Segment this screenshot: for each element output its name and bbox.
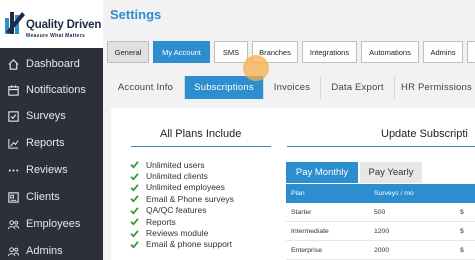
- table-row[interactable]: Enterprise 2000 $: [286, 241, 475, 260]
- sidebar-item-label: Dashboard: [26, 58, 80, 70]
- feature-label: Unlimited clients: [146, 171, 208, 182]
- list-item: Email & Phone surveys: [130, 193, 234, 204]
- dots-icon: [6, 163, 20, 177]
- sidebar-item-label: Notifications: [26, 84, 86, 96]
- logo-name: Quality Driven: [26, 19, 102, 31]
- click-highlight: [243, 55, 269, 81]
- subtab-data-export[interactable]: Data Export: [321, 76, 395, 99]
- plan-table: Plan Surveys / mo Starter 500 $ Intermed…: [286, 184, 475, 260]
- check-icon: [130, 206, 139, 215]
- plan-name: Intermediate: [291, 227, 329, 235]
- main-area: Settings General My Account SMS Branches…: [103, 0, 475, 260]
- sidebar-item-admins[interactable]: Admins: [0, 238, 103, 260]
- sidebar-item-label: Surveys: [26, 110, 66, 122]
- id-card-icon: [6, 190, 20, 204]
- feature-label: Email & phone support: [146, 239, 232, 250]
- plans-title: All Plans Include: [160, 128, 242, 140]
- plan-name: Starter: [291, 208, 312, 216]
- tab-integrations[interactable]: Integrations: [302, 41, 357, 63]
- feature-label: Unlimited employees: [146, 182, 225, 193]
- update-divider: [287, 146, 475, 147]
- sidebar-item-surveys[interactable]: Surveys: [0, 103, 103, 129]
- list-item: Reports: [130, 216, 234, 227]
- list-item: Reviews module: [130, 227, 234, 238]
- sidebar-item-label: Admins: [26, 245, 63, 257]
- sidebar-item-employees[interactable]: Employees: [0, 211, 103, 237]
- feature-list: Unlimited users Unlimited clients Unlimi…: [130, 159, 234, 250]
- feature-label: Email & Phone surveys: [146, 193, 234, 204]
- sidebar-item-notifications[interactable]: Notifications: [0, 77, 103, 103]
- sidebar-item-reports[interactable]: Reports: [0, 130, 103, 156]
- account-subtabs: Account Info Subscriptions Invoices Data…: [107, 76, 475, 99]
- list-item: QA/QC features: [130, 205, 234, 216]
- feature-label: Unlimited users: [146, 159, 205, 170]
- logo[interactable]: Quality Driven Measure What Matters: [0, 0, 103, 48]
- plan-name: Enterprise: [291, 246, 322, 254]
- sidebar-item-label: Reviews: [26, 164, 68, 176]
- logo-tagline: Measure What Matters: [26, 33, 86, 39]
- sidebar-item-label: Clients: [26, 191, 60, 203]
- table-header: Plan Surveys / mo: [286, 184, 475, 203]
- subtab-invoices[interactable]: Invoices: [264, 76, 321, 99]
- check-icon: [130, 217, 139, 226]
- subtab-account-info[interactable]: Account Info: [107, 76, 185, 99]
- plan-surveys: 500: [374, 208, 386, 216]
- sidebar-item-label: Employees: [26, 218, 81, 230]
- tab-more[interactable]: [467, 41, 475, 63]
- sidebar-item-dashboard[interactable]: Dashboard: [0, 51, 103, 77]
- tab-sms[interactable]: SMS: [214, 41, 248, 63]
- feature-label: QA/QC features: [146, 205, 207, 216]
- list-item: Unlimited clients: [130, 170, 234, 181]
- check-icon: [130, 183, 139, 192]
- tab-pay-monthly[interactable]: Pay Monthly: [286, 162, 358, 183]
- page-title: Settings: [110, 7, 162, 22]
- plans-divider: [131, 146, 271, 147]
- check-icon: [130, 172, 139, 181]
- sidebar-item-reviews[interactable]: Reviews: [0, 157, 103, 183]
- check-icon: [130, 240, 139, 249]
- tab-general[interactable]: General: [107, 41, 149, 63]
- sidebar-item-clients[interactable]: Clients: [0, 184, 103, 210]
- sidebar: Quality Driven Measure What Matters Dash…: [0, 0, 103, 260]
- logo-bars-icon: [5, 12, 25, 34]
- plan-surveys: 2000: [374, 246, 390, 254]
- admins-icon: [6, 244, 20, 258]
- feature-label: Reports: [146, 216, 176, 227]
- check-icon: [130, 229, 139, 238]
- column-header: Plan: [291, 190, 305, 197]
- settings-tabs: General My Account SMS Branches Integrat…: [107, 41, 475, 63]
- calendar-icon: [6, 83, 20, 97]
- sidebar-item-label: Reports: [26, 137, 65, 149]
- checkbox-icon: [6, 109, 20, 123]
- plan-price: $: [460, 208, 464, 216]
- tab-pay-yearly[interactable]: Pay Yearly: [360, 162, 422, 183]
- feature-label: Reviews module: [146, 228, 209, 239]
- table-row[interactable]: Starter 500 $: [286, 203, 475, 222]
- table-row[interactable]: Intermediate 1200 $: [286, 222, 475, 241]
- tab-admins[interactable]: Admins: [423, 41, 463, 63]
- column-header: Surveys / mo: [374, 190, 414, 197]
- plan-surveys: 1200: [374, 227, 390, 235]
- subscriptions-panel: All Plans Include Update Subscripti Unli…: [111, 108, 475, 260]
- list-item: Email & phone support: [130, 239, 234, 250]
- plan-price: $: [460, 246, 464, 254]
- list-item: Unlimited employees: [130, 182, 234, 193]
- home-icon: [6, 57, 20, 71]
- list-item: Unlimited users: [130, 159, 234, 170]
- check-icon: [130, 160, 139, 169]
- update-subscription-title: Update Subscripti: [381, 128, 468, 140]
- tab-automations[interactable]: Automations: [361, 41, 419, 63]
- plan-price: $: [460, 227, 464, 235]
- users-icon: [6, 217, 20, 231]
- check-icon: [130, 194, 139, 203]
- chart-icon: [6, 136, 20, 150]
- billing-period-tabs: Pay Monthly Pay Yearly: [286, 162, 422, 183]
- subtab-hr-permissions[interactable]: HR Permissions: [395, 76, 475, 99]
- tab-my-account[interactable]: My Account: [153, 41, 210, 63]
